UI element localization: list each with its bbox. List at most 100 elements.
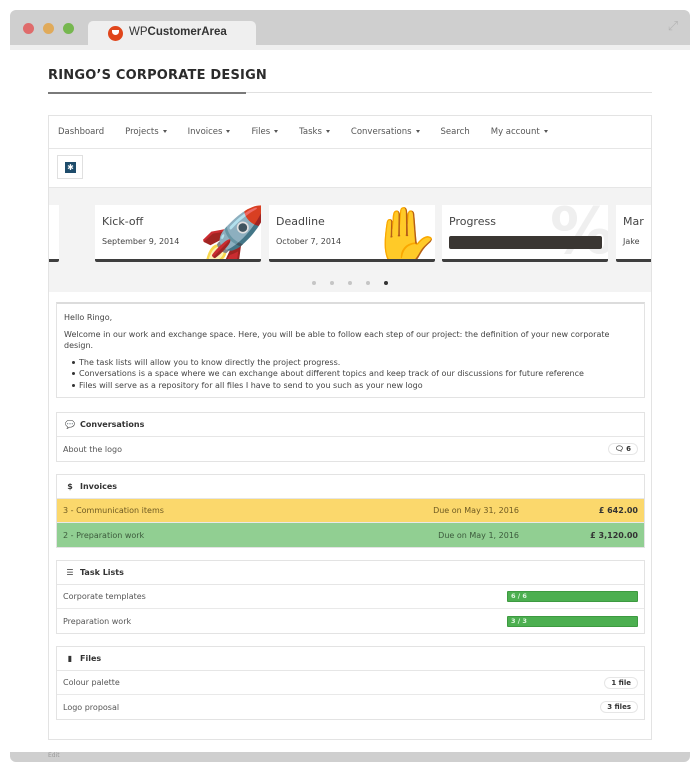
feature-item: Files will serve as a repository for all… [72,380,637,392]
file-row[interactable]: Logo proposal 3 files [57,695,644,719]
nav-label: Files [251,127,271,137]
toolbar: ✱ [49,149,651,187]
files-header: ▮ Files [57,647,644,671]
carousel-card-kickoff: 🚀 Kick-off September 9, 2014 [95,205,261,262]
card-date: September 9, 2014 [102,237,180,246]
nav-projects[interactable]: Projects [125,127,167,137]
nav-label: Invoices [187,127,223,137]
box-title: Task Lists [80,568,124,577]
invoice-amount: £ 642.00 [598,506,638,515]
nav-label: Conversations [350,127,412,137]
browser-subbar [10,45,690,50]
greeting: Hello Ringo, [64,313,113,322]
invoices-box: $ Invoices 3 - Communication items Due o… [56,474,645,548]
browser-titlebar: WPCustomerArea ⤢ [10,10,690,45]
rocket-icon: 🚀 [199,205,261,259]
page-title: RINGO’S CORPORATE DESIGN [48,68,268,83]
nav-my-account[interactable]: My account [491,127,548,137]
invoice-row[interactable]: 2 - Preparation work Due on May 1, 2016 … [57,523,644,547]
task-list-row[interactable]: Corporate templates 6 / 6 [57,585,644,609]
comments-icon: 💬 [65,420,75,429]
card-title: Mar [623,215,644,228]
carousel-dot[interactable] [330,281,334,285]
feature-list: The task lists will allow you to know di… [64,357,637,392]
task-lists-header: ☰ Task Lists [57,561,644,585]
file-count-badge: 3 files [600,701,638,713]
carousel-card-progress: % Progress [442,205,608,262]
minimize-window-button[interactable] [43,23,54,34]
browser-bottom-bar: Edit [10,752,690,762]
expand-icon[interactable]: ⤢ [666,20,680,34]
invoice-due-date: Due on May 31, 2016 [433,506,519,515]
carousel-dot[interactable] [348,281,352,285]
task-list-row[interactable]: Preparation work 3 / 3 [57,609,644,633]
caret-down-icon [162,130,167,133]
edit-link[interactable]: Edit [48,752,60,759]
nav-files[interactable]: Files [251,127,279,137]
caret-down-icon [226,130,231,133]
main-nav: Dashboard Projects Invoices Files Tasks … [49,116,651,149]
file-count-badge: 1 file [604,676,638,689]
carousel-dot[interactable] [312,281,316,285]
close-window-button[interactable] [23,23,34,34]
feature-item: The task lists will allow you to know di… [72,357,637,369]
tab-title-bold: CustomerArea [147,26,227,38]
intro-text: Welcome in our work and exchange space. … [64,329,610,351]
nav-dashboard[interactable]: Dashboard [58,127,104,137]
file-title: Logo proposal [63,702,120,712]
invoices-header: $ Invoices [57,475,644,499]
nav-label: Tasks [299,127,322,137]
invoice-due-date: Due on May 1, 2016 [438,530,519,540]
carousel-dot-active[interactable] [384,281,388,285]
box-title: Conversations [80,420,145,429]
task-lists-box: ☰ Task Lists Corporate templates 6 / 6 P… [56,560,645,634]
project-icon: ✱ [65,162,76,173]
browser-tab[interactable]: WPCustomerArea [88,21,256,45]
task-progress-bar: 3 / 3 [507,615,638,627]
carousel-card-deadline: ✋ Deadline October 7, 2014 [269,205,435,262]
nav-search[interactable]: Search [441,127,470,137]
percent-icon: % [550,205,608,262]
task-progress-bar: 6 / 6 [507,591,638,602]
files-box: ▮ Files Colour palette 1 file Logo propo… [56,646,645,720]
nav-label: Dashboard [58,127,105,137]
title-underline [48,92,246,94]
nav-tasks[interactable]: Tasks [299,127,330,137]
project-progress-bar [449,236,602,249]
maximize-window-button[interactable] [63,23,74,34]
card-date: October 7, 2014 [276,237,342,246]
feature-item: Conversations is a space where we can ex… [72,368,637,380]
file-title: Colour palette [63,678,120,687]
file-row[interactable]: Colour palette 1 file [57,671,644,695]
card-title: Progress [449,215,496,228]
carousel-card-partial-right: Mar Jake [616,205,651,262]
caret-down-icon [543,130,548,133]
comment-icon: 🗨 [614,445,624,453]
caret-down-icon [325,130,330,133]
comment-count: 6 [626,445,631,453]
hand-stop-icon: ✋ [369,205,435,262]
card-title: Deadline [276,215,325,228]
dollar-icon: $ [67,482,73,491]
conversations-header: 💬 Conversations [57,413,644,437]
nav-label: Search [440,127,470,137]
invoice-amount: £ 3,120.00 [590,530,638,540]
nav-label: Projects [125,127,159,137]
nav-invoices[interactable]: Invoices [188,127,231,137]
conversation-row[interactable]: About the logo 🗨 6 [57,437,644,461]
carousel-card-partial-left: ✎ [49,205,59,262]
conversation-title: About the logo [63,444,122,454]
card-title: Kick-off [102,215,144,228]
nav-conversations[interactable]: Conversations [351,127,420,137]
nav-label: My account [490,127,540,137]
invoice-row[interactable]: 3 - Communication items Due on May 31, 2… [57,499,644,523]
tab-title: WPCustomerArea [129,26,227,38]
tasks-icon: ☰ [66,568,74,577]
project-menu-button[interactable]: ✱ [57,155,83,179]
carousel-dot[interactable] [366,281,370,285]
conversations-box: 💬 Conversations About the logo 🗨 6 [56,412,645,462]
box-title: Files [80,654,102,663]
card-sub: Jake [623,237,640,246]
customer-area-panel: Dashboard Projects Invoices Files Tasks … [48,115,652,740]
welcome-message: Hello Ringo, Welcome in our work and exc… [56,302,645,398]
